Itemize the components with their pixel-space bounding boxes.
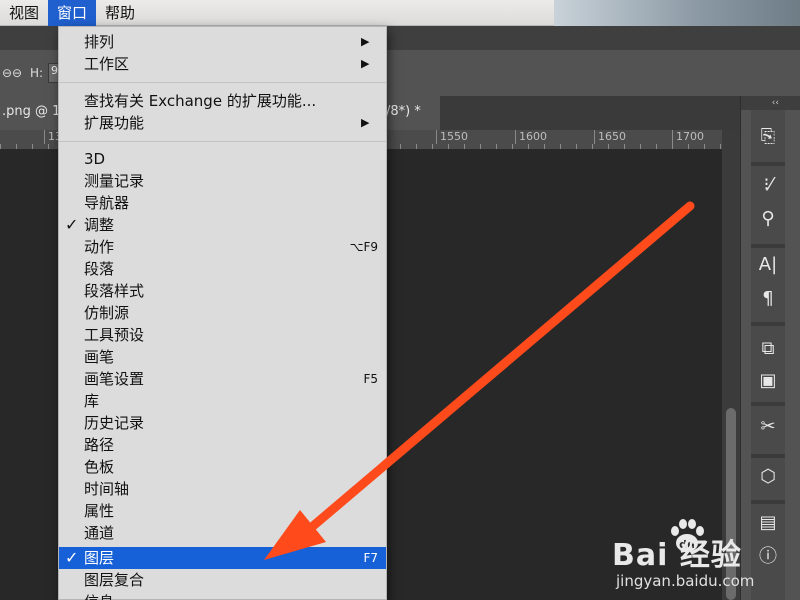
menu-item-label: 工具预设 [84, 326, 145, 344]
menu-item-info[interactable]: 信息 [59, 591, 386, 600]
menu-item-label: 动作 [84, 238, 115, 256]
panel-group-divider [751, 500, 785, 504]
menu-item-channels[interactable]: 通道 [59, 522, 386, 544]
document-tab-title-end[interactable]: /8*) * [386, 104, 421, 119]
collapse-panels-button[interactable]: ‹‹ [741, 96, 800, 110]
menubar: 视图 窗口 帮助 [0, 0, 800, 26]
menu-window[interactable]: 窗口 [48, 0, 97, 26]
baidu-watermark: du Bai 经验 jingyan.baidu.com [612, 512, 796, 596]
menu-item-arrange[interactable]: 排列 ▶ [59, 31, 386, 53]
menu-help[interactable]: 帮助 [96, 0, 144, 26]
menu-item-brush-settings[interactable]: 画笔设置 F5 [59, 368, 386, 390]
submenu-arrow-icon: ▶ [361, 57, 370, 70]
link-icon[interactable]: ⊖⊖ [2, 66, 22, 80]
ruler-label: 1700 [672, 130, 704, 144]
menu-item-label: 调整 [84, 216, 115, 234]
panel-group-divider [751, 162, 785, 166]
menu-item-label: 属性 [84, 502, 115, 520]
checkmark-icon: ✓ [65, 215, 79, 234]
watermark-url: jingyan.baidu.com [616, 572, 755, 590]
menu-item-label: 测量记录 [84, 172, 145, 190]
menu-item-label: 工作区 [84, 55, 130, 73]
menu-item-properties[interactable]: 属性 [59, 500, 386, 522]
menu-item-actions[interactable]: 动作 ⌥F9 [59, 236, 386, 258]
menu-item-libraries[interactable]: 库 [59, 390, 386, 412]
menu-item-paragraph[interactable]: 段落 [59, 258, 386, 280]
menu-item-layers[interactable]: ✓ 图层 F7 [59, 547, 386, 569]
document-tab-title[interactable]: .png @ 1 [2, 104, 60, 119]
menu-item-swatches[interactable]: 色板 [59, 456, 386, 478]
menu-item-label: 画笔设置 [84, 370, 145, 388]
menu-item-measurement-log[interactable]: 测量记录 [59, 170, 386, 192]
panel-group-divider [751, 244, 785, 248]
menu-item-shortcut: F5 [363, 372, 378, 386]
ruler-label: 1650 [594, 130, 626, 144]
menu-item-layer-comps[interactable]: 图层复合 [59, 569, 386, 591]
panel-group-divider [751, 402, 785, 406]
adjust-brush-icon[interactable]: ⚲ [754, 206, 782, 232]
menu-item-history[interactable]: 历史记录 [59, 412, 386, 434]
history-icon[interactable]: ⎘ [754, 124, 782, 150]
menu-item-shortcut: F7 [363, 551, 378, 565]
clone-source-icon[interactable]: ⧉ [754, 336, 782, 362]
menu-separator [59, 141, 386, 142]
height-label: H: [30, 66, 44, 80]
menu-view[interactable]: 视图 [0, 0, 48, 26]
menu-item-label: 查找有关 Exchange 的扩展功能... [84, 92, 317, 110]
ruler-label: 1600 [515, 130, 547, 144]
menu-separator [59, 82, 386, 83]
menu-item-timeline[interactable]: 时间轴 [59, 478, 386, 500]
menu-item-label: 库 [84, 392, 100, 410]
menu-item-label: 导航器 [84, 194, 130, 212]
menu-item-label: 通道 [84, 524, 115, 542]
menu-item-tool-presets[interactable]: 工具预设 [59, 324, 386, 346]
menu-item-extensions[interactable]: 扩展功能 ▶ [59, 112, 386, 134]
3d-cube-icon[interactable]: ⬡ [754, 464, 782, 490]
menu-item-label: 图层 [84, 549, 115, 567]
paragraph-styles-icon[interactable]: ▣ [754, 368, 782, 394]
checkmark-icon: ✓ [65, 548, 79, 567]
menu-item-workspace[interactable]: 工作区 ▶ [59, 53, 386, 75]
watermark-brand: Bai 经验 [612, 538, 742, 573]
panel-group-divider [751, 454, 785, 458]
menu-item-label: 段落 [84, 260, 115, 278]
submenu-arrow-icon: ▶ [361, 35, 370, 48]
submenu-arrow-icon: ▶ [361, 116, 370, 129]
tool-presets-icon[interactable]: ✂ [754, 414, 782, 440]
ruler-label: 1550 [436, 130, 468, 144]
character-icon[interactable]: A| [754, 252, 782, 278]
menu-item-adjustments[interactable]: ✓ 调整 [59, 214, 386, 236]
menu-item-label: 历史记录 [84, 414, 145, 432]
brush-presets-icon[interactable]: ⁝⁄ [754, 172, 782, 198]
menu-item-paragraph-styles[interactable]: 段落样式 [59, 280, 386, 302]
desktop-wallpaper [554, 0, 800, 26]
menu-item-clone-source[interactable]: 仿制源 [59, 302, 386, 324]
window-menu-dropdown: 排列 ▶ 工作区 ▶ 查找有关 Exchange 的扩展功能... 扩展功能 ▶… [58, 26, 387, 600]
menu-item-brushes[interactable]: 画笔 [59, 346, 386, 368]
menu-item-3d[interactable]: 3D [59, 148, 386, 170]
menu-item-label: 时间轴 [84, 480, 130, 498]
menu-item-label: 仿制源 [84, 304, 130, 322]
menu-item-label: 段落样式 [84, 282, 145, 300]
menu-item-navigator[interactable]: 导航器 [59, 192, 386, 214]
paragraph-icon[interactable]: ¶ [754, 286, 782, 312]
menu-item-shortcut: ⌥F9 [349, 240, 378, 254]
menu-item-find-extensions[interactable]: 查找有关 Exchange 的扩展功能... [59, 90, 386, 112]
menu-item-label: 画笔 [84, 348, 115, 366]
menu-item-label: 3D [84, 150, 106, 168]
menu-item-label: 信息 [84, 591, 114, 600]
menu-item-label: 排列 [84, 33, 115, 51]
menu-item-label: 路径 [84, 436, 115, 454]
menu-item-label: 色板 [84, 458, 115, 476]
menu-item-paths[interactable]: 路径 [59, 434, 386, 456]
panel-group-divider [751, 322, 785, 326]
menu-item-label: 图层复合 [84, 571, 145, 589]
menu-item-label: 扩展功能 [84, 114, 145, 132]
